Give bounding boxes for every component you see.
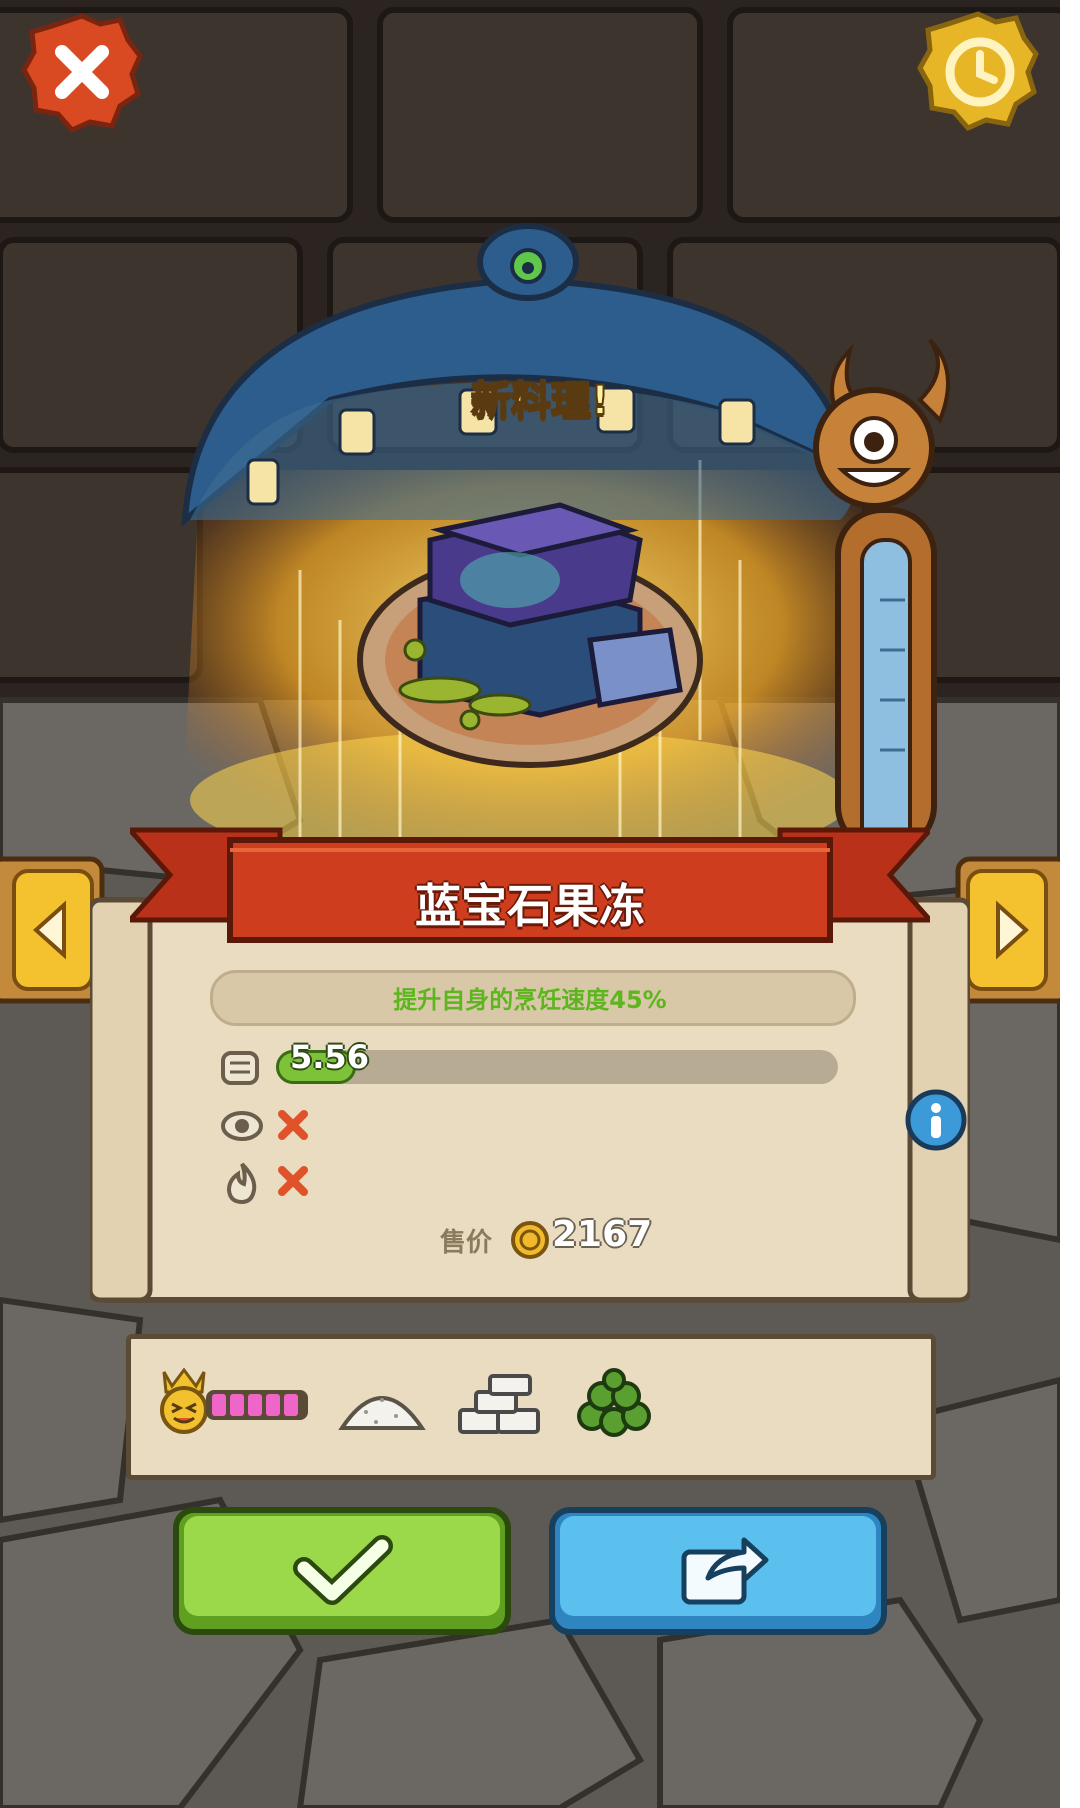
- rank-pip: [284, 1394, 298, 1416]
- info-icon: [905, 1089, 967, 1151]
- effect-description: 提升自身的烹饪速度45%: [393, 986, 667, 1014]
- cross-icon: [276, 1108, 310, 1142]
- close-icon: [21, 13, 143, 134]
- sugar-cubes: [452, 1370, 548, 1440]
- share-button[interactable]: [548, 1506, 888, 1636]
- history-clock-icon: [917, 11, 1039, 132]
- close-button[interactable]: [20, 10, 144, 134]
- price-label: 售价: [440, 1228, 493, 1258]
- rank-meter: [206, 1390, 308, 1420]
- rank-pip: [212, 1394, 226, 1416]
- info-button[interactable]: [904, 1088, 968, 1152]
- green-peas: [572, 1368, 656, 1440]
- dish-name: 蓝宝石果冻: [415, 879, 645, 933]
- crowned-face-icon: [156, 1364, 212, 1434]
- rank-pip: [266, 1394, 280, 1416]
- share-icon: [549, 1507, 887, 1635]
- timer-icon: [220, 1048, 260, 1088]
- recipe-result-screen: 新料理! 蓝宝石果冻 提升自身的烹饪速度45% 5.56 售价 2167: [0, 0, 1060, 1808]
- cook-progress-value: 5.56: [290, 1038, 369, 1076]
- eye-icon: [220, 1106, 264, 1146]
- rank-pip: [248, 1394, 262, 1416]
- new-dish-label: 新料理!: [470, 377, 610, 425]
- history-button[interactable]: [916, 8, 1040, 132]
- rank-pip: [230, 1394, 244, 1416]
- dish-image: [370, 500, 690, 760]
- checkmark-icon: [173, 1507, 511, 1635]
- coin-icon: [510, 1220, 550, 1260]
- cross-icon: [276, 1164, 310, 1198]
- price-value: 2167: [552, 1214, 653, 1255]
- confirm-button[interactable]: [172, 1506, 512, 1636]
- salt-pile: [336, 1372, 428, 1436]
- flame-icon: [222, 1160, 262, 1205]
